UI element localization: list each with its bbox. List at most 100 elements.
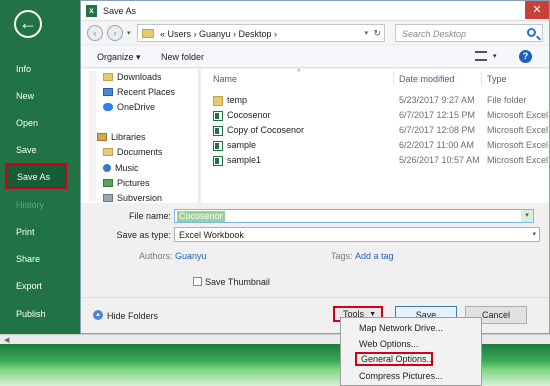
file-name: temp [227, 95, 248, 105]
view-dropdown-icon[interactable]: ▾ [493, 52, 497, 60]
subversion-icon [103, 194, 113, 202]
menu-item-map-network-drive[interactable]: Map Network Drive... [359, 323, 443, 333]
view-options-icon[interactable] [475, 51, 487, 61]
backstage-print[interactable]: Print [16, 227, 35, 237]
menu-item-general-options[interactable]: General Options... [355, 352, 434, 366]
nav-item-downloads[interactable]: Downloads [103, 72, 162, 82]
file-name: Cocosenor [227, 110, 271, 120]
column-divider[interactable] [481, 71, 482, 85]
music-icon [103, 164, 111, 172]
excel-file-icon [213, 111, 223, 121]
back-nav-icon[interactable]: ‹ [87, 25, 103, 41]
file-type: Microsoft Excel [487, 125, 549, 135]
downloads-icon [103, 73, 113, 81]
new-folder-button[interactable]: New folder [161, 52, 204, 62]
recent-places-icon [103, 88, 113, 96]
menu-item-compress-pictures[interactable]: Compress Pictures... [359, 371, 443, 381]
save-type-value: Excel Workbook [179, 230, 244, 240]
navigation-pane: Downloads Recent Places OneDrive Librari… [81, 69, 199, 203]
nav-item-libraries[interactable]: Libraries [97, 132, 146, 142]
address-row: ‹ › ▾ « Users › Guanyu › Desktop › ▾ ↻ S… [81, 22, 549, 44]
nav-item-music[interactable]: Music [103, 163, 139, 173]
forward-nav-icon[interactable]: › [107, 25, 123, 41]
file-name: sample1 [227, 155, 262, 165]
backstage-panel: ← Info New Open Save Save As History Pri… [0, 0, 82, 340]
file-name-label: File name: [128, 211, 171, 221]
file-type: Microsoft Excel [487, 110, 549, 120]
help-icon[interactable]: ? [519, 50, 532, 63]
file-name: Copy of Cocosenor [227, 125, 305, 135]
excel-app-icon: x [86, 5, 97, 17]
menu-item-web-options[interactable]: Web Options... [359, 339, 418, 349]
excel-file-icon [213, 141, 223, 151]
tags-value[interactable]: Add a tag [355, 251, 394, 261]
file-type: Microsoft Excel [487, 155, 549, 165]
back-arrow-icon[interactable]: ← [14, 10, 42, 38]
libraries-icon [97, 133, 107, 141]
file-date: 6/7/2017 12:15 PM [399, 110, 476, 120]
dialog-title: Save As [103, 6, 137, 16]
file-date: 5/23/2017 9:27 AM [399, 95, 475, 105]
documents-icon [103, 148, 113, 156]
scroll-left-icon[interactable]: ◀ [4, 336, 9, 344]
backstage-info[interactable]: Info [16, 64, 31, 74]
organize-button[interactable]: Organize ▾ [97, 52, 141, 63]
pictures-icon [103, 179, 113, 187]
folder-icon [142, 29, 154, 38]
nav-item-subversion[interactable]: Subversion [103, 193, 162, 203]
nav-scrollbar[interactable] [89, 71, 96, 201]
backstage-share[interactable]: Share [16, 254, 40, 264]
column-divider[interactable] [393, 71, 394, 85]
backstage-open[interactable]: Open [16, 118, 38, 128]
chevron-down-icon: ▾ [532, 231, 536, 238]
table-row[interactable]: Cocosenor 6/7/2017 12:15 PM Microsoft Ex… [201, 110, 549, 123]
file-date: 5/26/2017 10:57 AM [399, 155, 480, 165]
hide-folders-button[interactable]: Hide Folders [107, 311, 158, 321]
dialog-titlebar: x Save As ✕ [81, 1, 549, 21]
address-dropdown-icon[interactable]: ▾ [364, 29, 368, 37]
file-type: Microsoft Excel [487, 140, 549, 150]
backstage-new[interactable]: New [16, 91, 34, 101]
file-date: 6/7/2017 12:08 PM [399, 125, 476, 135]
column-type[interactable]: Type [487, 74, 507, 84]
save-as-dialog: x Save As ✕ ‹ › ▾ « Users › Guanyu › Des… [80, 0, 550, 334]
file-name: sample [227, 140, 257, 150]
column-date[interactable]: Date modified [399, 74, 455, 84]
file-type: File folder [487, 95, 527, 105]
collapse-icon[interactable]: ▲ [93, 310, 103, 320]
folder-icon [213, 96, 223, 106]
save-type-select[interactable]: Excel Workbook ▾ [174, 227, 540, 242]
sort-indicator-icon: ^ [297, 69, 301, 76]
nav-item-pictures[interactable]: Pictures [103, 178, 150, 188]
backstage-history: History [16, 200, 45, 210]
table-row[interactable]: temp 5/23/2017 9:27 AM File folder [201, 95, 549, 108]
nav-item-onedrive[interactable]: OneDrive [103, 102, 155, 112]
table-row[interactable]: Copy of Cocosenor 6/7/2017 12:08 PM Micr… [201, 125, 549, 138]
backstage-export[interactable]: Export [16, 281, 42, 291]
close-button[interactable]: ✕ [525, 1, 549, 19]
authors-value[interactable]: Guanyu [175, 251, 207, 261]
nav-item-recent-places[interactable]: Recent Places [103, 87, 175, 97]
refresh-icon[interactable]: ↻ [373, 28, 381, 39]
file-list: ^ Name Date modified Type temp 5/23/2017… [201, 69, 549, 203]
backstage-save[interactable]: Save [16, 145, 37, 155]
file-name-dropdown-icon[interactable]: ▾ [521, 210, 533, 222]
table-row[interactable]: sample1 5/26/2017 10:57 AM Microsoft Exc… [201, 155, 549, 168]
address-bar[interactable]: « Users › Guanyu › Desktop › ▾ ↻ [137, 24, 385, 42]
nav-item-documents[interactable]: Documents [103, 147, 163, 157]
table-row[interactable]: sample 6/2/2017 11:00 AM Microsoft Excel [201, 140, 549, 153]
column-name[interactable]: Name [213, 74, 237, 84]
search-icon[interactable] [527, 28, 536, 37]
file-name-input[interactable]: Cocosenor ▾ [174, 209, 534, 223]
file-name-value: Cocosenor [177, 211, 225, 222]
backstage-publish[interactable]: Publish [16, 309, 46, 319]
excel-file-icon [213, 126, 223, 136]
search-placeholder: Search Desktop [402, 29, 467, 39]
backstage-save-as[interactable]: Save As [5, 163, 67, 189]
recent-locations-dropdown-icon[interactable]: ▾ [127, 29, 131, 37]
save-type-label: Save as type: [116, 230, 171, 240]
save-thumbnail-label[interactable]: Save Thumbnail [205, 277, 270, 287]
tags-label: Tags: [331, 251, 353, 261]
search-input[interactable]: Search Desktop [395, 24, 543, 42]
save-thumbnail-checkbox[interactable] [193, 277, 202, 286]
